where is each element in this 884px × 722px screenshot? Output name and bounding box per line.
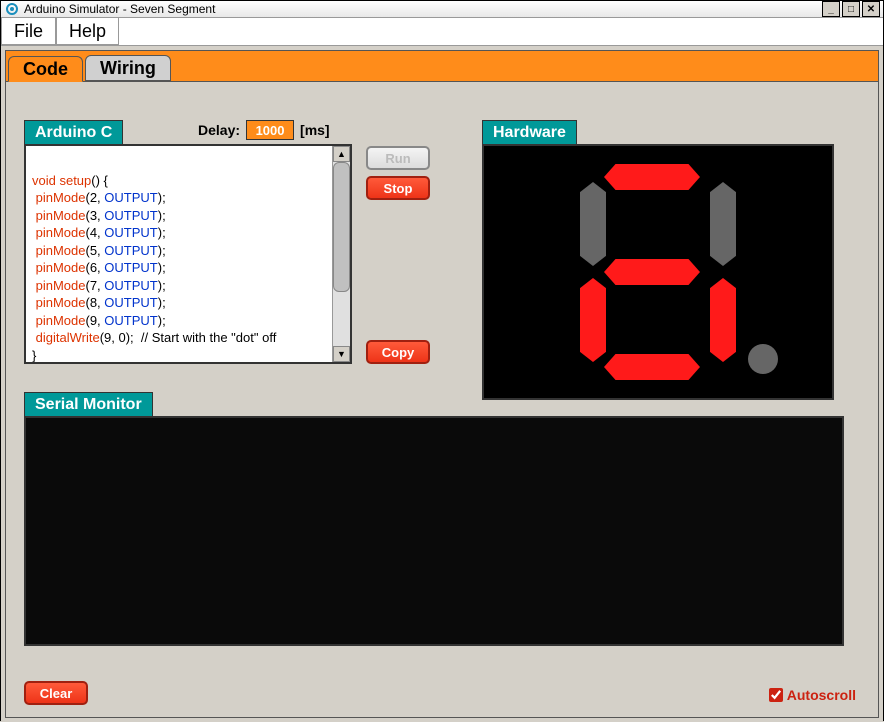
segment-f [580, 182, 606, 266]
serial-monitor[interactable] [24, 416, 844, 646]
tab-code[interactable]: Code [8, 56, 83, 82]
delay-label: Delay: [198, 122, 240, 138]
app-window: Arduino Simulator - Seven Segment _ □ ✕ … [0, 0, 884, 721]
seven-segment-display [568, 162, 748, 382]
code-scrollbar[interactable]: ▲ ▼ [332, 146, 350, 362]
app-icon [4, 1, 20, 17]
copy-button[interactable]: Copy [366, 340, 430, 364]
segment-c [710, 278, 736, 362]
menu-file[interactable]: File [1, 18, 56, 45]
delay-input[interactable] [246, 120, 294, 140]
tab-strip: Code Wiring [5, 50, 879, 82]
delay-unit: [ms] [300, 122, 330, 138]
scroll-thumb[interactable] [333, 162, 350, 292]
menu-help[interactable]: Help [56, 18, 119, 45]
hardware-header: Hardware [482, 120, 577, 146]
stop-button[interactable]: Stop [366, 176, 430, 200]
menu-bar: File Help [1, 18, 883, 46]
app-body: Code Wiring Arduino C Delay: [ms] void s… [1, 46, 883, 722]
serial-monitor-header: Serial Monitor [24, 392, 153, 418]
titlebar: Arduino Simulator - Seven Segment _ □ ✕ [1, 1, 883, 18]
segment-d [604, 354, 700, 380]
tab-wiring[interactable]: Wiring [85, 55, 171, 81]
segment-dp [748, 344, 778, 374]
clear-button[interactable]: Clear [24, 681, 88, 705]
segment-e [580, 278, 606, 362]
segment-g [604, 259, 700, 285]
window-title: Arduino Simulator - Seven Segment [24, 2, 822, 16]
minimize-button[interactable]: _ [822, 1, 840, 17]
autoscroll-label: Autoscroll [787, 687, 856, 703]
hardware-display [482, 144, 834, 400]
scroll-up-icon[interactable]: ▲ [333, 146, 350, 162]
segment-a [604, 164, 700, 190]
scroll-down-icon[interactable]: ▼ [333, 346, 350, 362]
code-content[interactable]: void setup() { pinMode(2, OUTPUT); pinMo… [26, 146, 332, 362]
autoscroll-toggle[interactable]: Autoscroll [769, 687, 856, 703]
delay-row: Delay: [ms] [198, 120, 330, 140]
segment-b [710, 182, 736, 266]
close-button[interactable]: ✕ [862, 1, 880, 17]
autoscroll-checkbox[interactable] [769, 688, 783, 702]
run-button[interactable]: Run [366, 146, 430, 170]
main-panel: Arduino C Delay: [ms] void setup() { pin… [5, 82, 879, 718]
arduino-c-header: Arduino C [24, 120, 123, 146]
maximize-button[interactable]: □ [842, 1, 860, 17]
code-editor[interactable]: void setup() { pinMode(2, OUTPUT); pinMo… [24, 144, 352, 364]
